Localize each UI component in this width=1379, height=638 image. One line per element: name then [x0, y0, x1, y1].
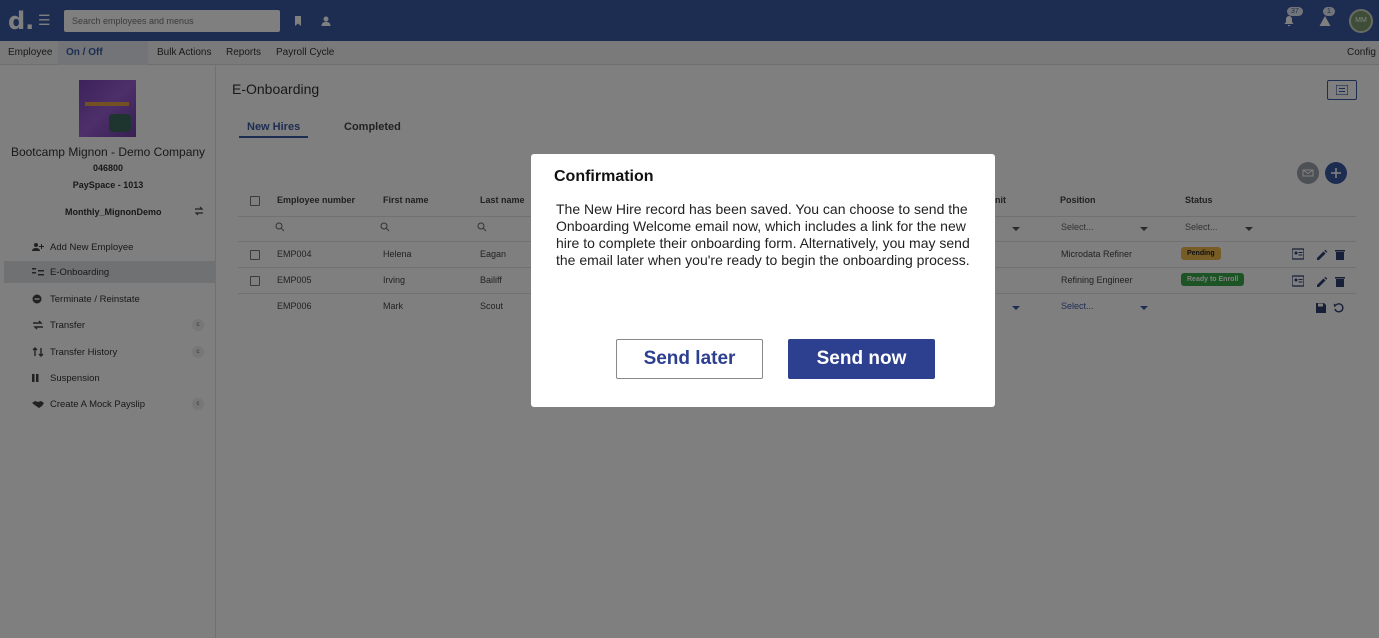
send-now-button[interactable]: Send now	[788, 339, 935, 379]
send-later-button[interactable]: Send later	[616, 339, 763, 379]
confirmation-dialog: Confirmation The New Hire record has bee…	[531, 154, 995, 407]
dialog-title: Confirmation	[554, 168, 654, 185]
dialog-message: The New Hire record has been saved. You …	[556, 201, 970, 268]
